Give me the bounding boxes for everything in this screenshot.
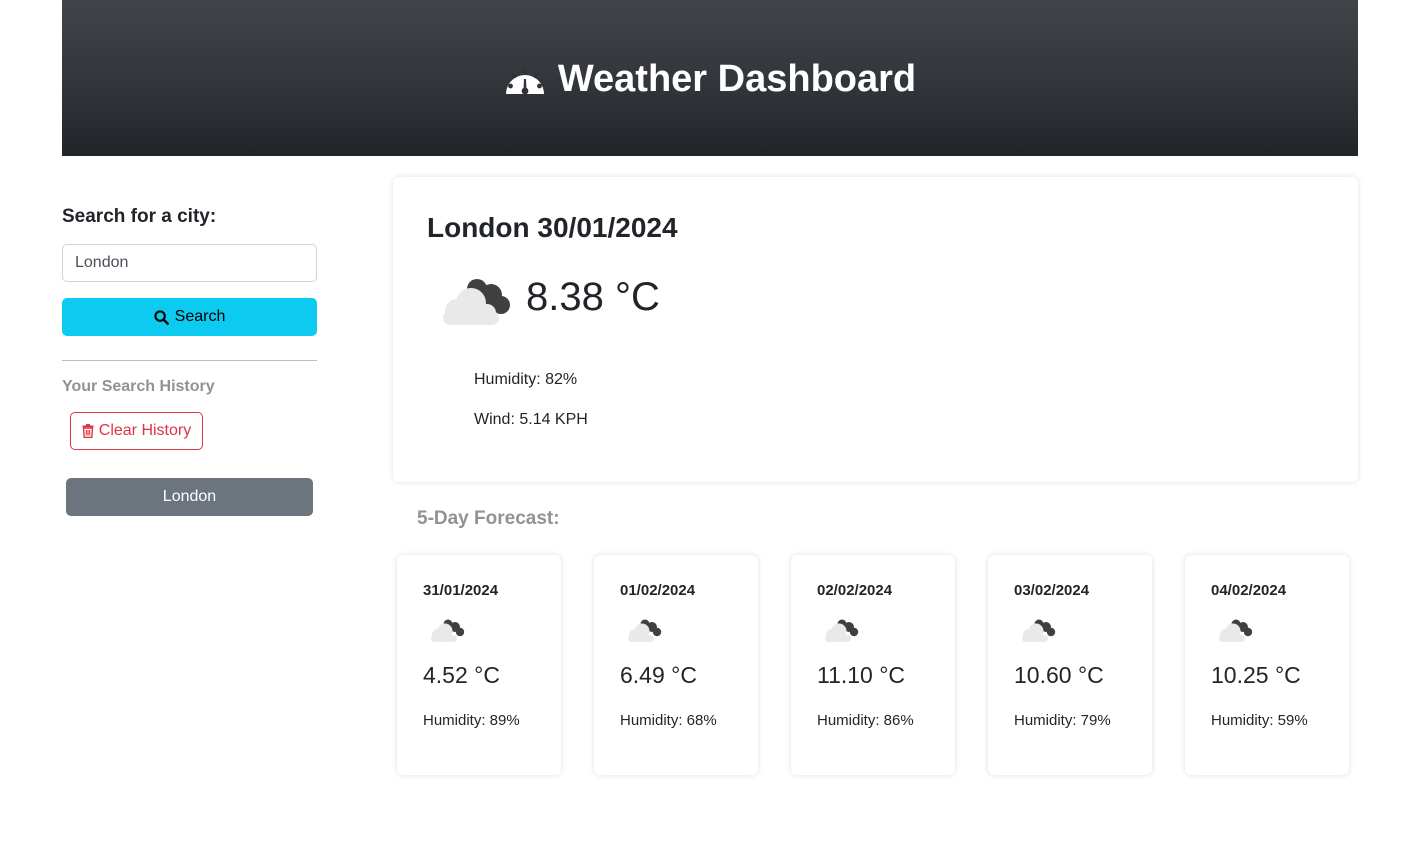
broken-clouds-icon — [443, 279, 510, 325]
trash-icon — [82, 424, 94, 438]
sidebar-divider — [62, 360, 317, 361]
forecast-date: 04/02/2024 — [1211, 582, 1287, 599]
forecast-date: 01/02/2024 — [620, 582, 696, 599]
current-temperature: 8.38 °C — [526, 275, 660, 319]
page-title: Weather Dashboard — [504, 58, 916, 101]
broken-clouds-icon — [1219, 619, 1253, 642]
broken-clouds-icon — [628, 619, 662, 642]
forecast-humidity: Humidity: 68% — [620, 712, 717, 729]
forecast-card: 02/02/2024 11.10 °C Humidity: 86% — [791, 555, 955, 775]
forecast-card: 01/02/2024 6.49 °C Humidity: 68% — [594, 555, 758, 775]
forecast-humidity: Humidity: 89% — [423, 712, 520, 729]
broken-clouds-icon — [431, 619, 465, 642]
forecast-humidity: Humidity: 59% — [1211, 712, 1308, 729]
search-button-label: Search — [174, 308, 226, 325]
forecast-temperature: 4.52 °C — [423, 662, 500, 688]
history-item-london[interactable]: London — [66, 478, 313, 516]
forecast-temperature: 10.25 °C — [1211, 662, 1301, 688]
forecast-date: 02/02/2024 — [817, 582, 893, 599]
current-wind: Wind: 5.14 KPH — [474, 411, 588, 428]
forecast-card: 03/02/2024 10.60 °C Humidity: 79% — [988, 555, 1152, 775]
page-title-text: Weather Dashboard — [557, 57, 917, 100]
current-weather-card: London 30/01/2024 8.38 °C Humidity: 82% … — [393, 177, 1358, 482]
search-label: Search for a city: — [62, 206, 217, 227]
forecast-date: 03/02/2024 — [1014, 582, 1090, 599]
gauge-icon — [505, 68, 544, 95]
city-search-input[interactable] — [62, 244, 317, 282]
current-humidity: Humidity: 82% — [474, 371, 578, 388]
clear-history-label: Clear History — [98, 422, 192, 439]
clear-history-button[interactable]: Clear History — [70, 412, 203, 450]
forecast-temperature: 11.10 °C — [817, 662, 906, 688]
forecast-card: 31/01/2024 4.52 °C Humidity: 89% — [397, 555, 561, 775]
broken-clouds-icon — [825, 619, 859, 642]
forecast-humidity: Humidity: 79% — [1014, 712, 1111, 729]
search-history-label: Your Search History — [62, 378, 215, 395]
forecast-date: 31/01/2024 — [423, 582, 499, 599]
search-button[interactable]: Search — [62, 298, 317, 336]
forecast-humidity: Humidity: 86% — [817, 712, 914, 729]
forecast-heading: 5-Day Forecast: — [417, 508, 560, 529]
forecast-card: 04/02/2024 10.25 °C Humidity: 59% — [1185, 555, 1349, 775]
header-banner: Weather Dashboard — [62, 0, 1358, 156]
broken-clouds-icon — [1022, 619, 1056, 642]
search-icon — [154, 309, 169, 325]
forecast-temperature: 6.49 °C — [620, 662, 697, 688]
forecast-temperature: 10.60 °C — [1014, 662, 1104, 688]
current-city-date: London 30/01/2024 — [427, 212, 678, 243]
